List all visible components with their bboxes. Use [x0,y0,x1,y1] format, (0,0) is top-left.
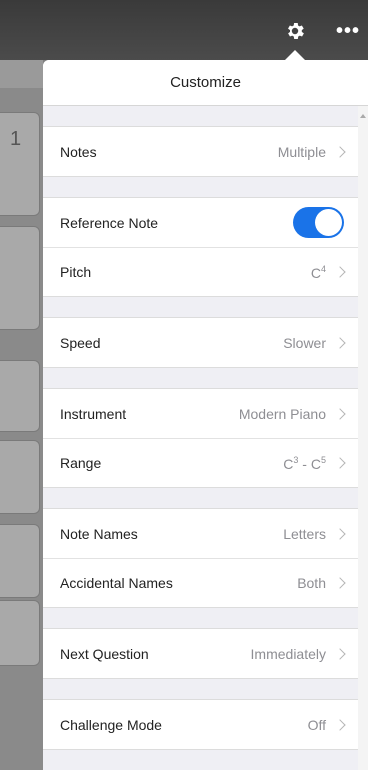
setting-reference-note: Reference Note [43,198,358,247]
background-digit: 1 [10,128,22,150]
settings-group: Notes Multiple [43,126,358,177]
settings-list: Notes Multiple Reference Note Pitch C4 S… [43,106,358,750]
setting-notes[interactable]: Notes Multiple [43,127,358,176]
setting-label: Accidental Names [60,575,173,591]
setting-value: Immediately [250,645,326,662]
setting-speed[interactable]: Speed Slower [43,318,358,367]
settings-group: Note Names Letters Accidental Names Both [43,508,358,608]
setting-value: Modern Piano [238,405,326,422]
setting-label: Challenge Mode [60,716,162,733]
chevron-right-icon [334,145,346,158]
top-bar: ••• [0,0,368,60]
chevron-right-icon [334,407,346,420]
setting-value: C4 [310,263,326,281]
settings-group: Reference Note Pitch C4 [43,197,358,297]
chevron-right-icon [334,577,346,589]
setting-value: Off [307,716,326,733]
setting-label: Speed [60,334,101,351]
setting-instrument[interactable]: Instrument Modern Piano [43,389,358,438]
reference-note-toggle[interactable] [293,207,344,238]
background-panel [0,60,43,770]
setting-value: Multiple [277,143,326,160]
chevron-right-icon [334,527,346,540]
setting-next-question[interactable]: Next Question Immediately [43,629,358,678]
chevron-right-icon [334,718,346,731]
toggle-knob [315,209,342,236]
background-card [0,226,40,330]
scroll-up-arrow-icon[interactable] [360,114,366,118]
chevron-right-icon [334,266,346,278]
chevron-right-icon [334,457,346,469]
setting-value: C3 - C5 [283,454,326,472]
chevron-right-icon [334,336,346,349]
setting-pitch[interactable]: Pitch C4 [43,247,358,296]
setting-label: Instrument [60,405,127,422]
background-card [0,440,40,514]
settings-group: Speed Slower [43,317,358,368]
setting-label: Reference Note [60,214,159,231]
popover-title: Customize [43,60,368,106]
chevron-right-icon [334,647,346,660]
background-card [0,360,40,432]
setting-label: Range [60,455,102,471]
setting-value: Both [297,575,326,591]
setting-range[interactable]: Range C3 - C5 [43,438,358,487]
setting-label: Next Question [60,645,149,662]
settings-group: Challenge Mode Off [43,699,358,750]
setting-challenge-mode[interactable]: Challenge Mode Off [43,700,358,749]
background-card [0,600,40,666]
setting-note-names[interactable]: Note Names Letters [43,509,358,558]
settings-group: Instrument Modern Piano Range C3 - C5 [43,388,358,488]
setting-value: Letters [283,525,326,542]
setting-label: Note Names [60,525,138,542]
background-card [0,524,40,598]
setting-accidental-names[interactable]: Accidental Names Both [43,558,358,607]
setting-value: Slower [283,334,326,351]
setting-label: Notes [60,143,97,160]
ellipsis-icon[interactable]: ••• [336,20,362,42]
setting-label: Pitch [60,264,92,280]
scrollbar[interactable] [358,106,368,770]
customize-popover: Customize Notes Multiple Reference Note … [43,60,368,770]
gear-icon[interactable] [284,20,306,42]
background-header [0,60,43,88]
settings-group: Next Question Immediately [43,628,358,679]
